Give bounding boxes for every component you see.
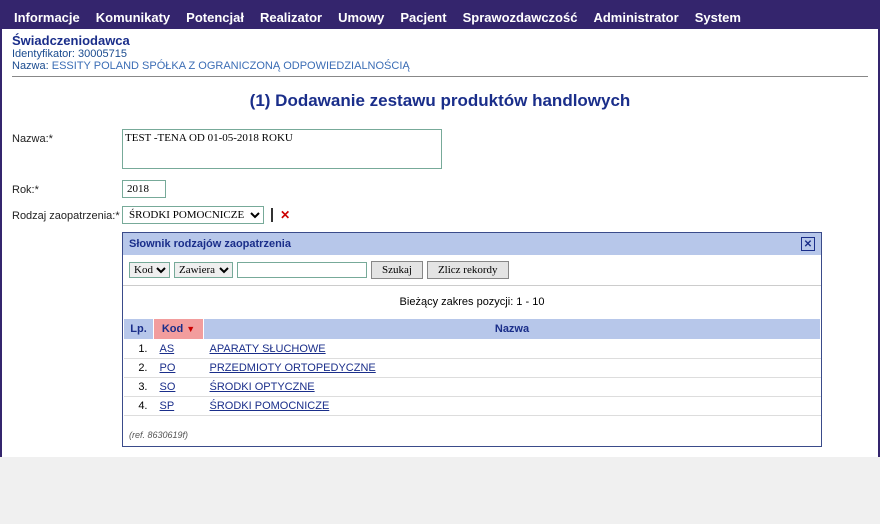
cell-lp: 3. bbox=[124, 378, 154, 397]
main-menu: Informacje Komunikaty Potencjał Realizat… bbox=[0, 6, 880, 29]
supply-select[interactable]: ŚRODKI POMOCNICZE bbox=[122, 206, 264, 224]
search-button[interactable]: Szukaj bbox=[371, 261, 423, 279]
supply-label: Rodzaj zaopatrzenia:* bbox=[12, 206, 122, 222]
provider-title: Świadczeniodawca bbox=[12, 33, 868, 48]
menu-realizator[interactable]: Realizator bbox=[254, 9, 328, 26]
provider-header: Świadczeniodawca Identyfikator: 30005715… bbox=[12, 33, 868, 77]
provider-id-value: 30005715 bbox=[78, 48, 127, 60]
cell-lp: 2. bbox=[124, 359, 154, 378]
menu-pacjent[interactable]: Pacjent bbox=[394, 9, 452, 26]
ref-note: (ref. 8630619f) bbox=[123, 416, 821, 446]
provider-id-line: Identyfikator: 30005715 bbox=[12, 48, 868, 60]
dictionary-open-icon[interactable] bbox=[271, 209, 273, 221]
provider-name-line: Nazwa: ESSITY POLAND SPÓŁKA Z OGRANICZON… bbox=[12, 60, 868, 72]
code-link[interactable]: SP bbox=[160, 400, 175, 412]
menu-potencjal[interactable]: Potencjał bbox=[180, 9, 250, 26]
code-link[interactable]: AS bbox=[160, 343, 175, 355]
name-link[interactable]: PRZEDMIOTY ORTOPEDYCZNE bbox=[210, 362, 376, 374]
table-row: 2. PO PRZEDMIOTY ORTOPEDYCZNE bbox=[124, 359, 821, 378]
code-link[interactable]: PO bbox=[160, 362, 176, 374]
col-kod[interactable]: Kod ▼ bbox=[154, 319, 204, 340]
col-lp[interactable]: Lp. bbox=[124, 319, 154, 340]
form-row-year: Rok:* bbox=[12, 180, 868, 198]
range-text: Bieżący zakres pozycji: 1 - 10 bbox=[123, 286, 821, 318]
menu-administrator[interactable]: Administrator bbox=[587, 9, 684, 26]
cell-lp: 1. bbox=[124, 340, 154, 359]
filter-op-select[interactable]: Zawiera bbox=[174, 262, 233, 278]
dictionary-panel: Słownik rodzajów zaopatrzenia ✕ Kod Zawi… bbox=[122, 232, 822, 447]
provider-name-link[interactable]: ESSITY POLAND SPÓŁKA Z OGRANICZONĄ ODPOW… bbox=[52, 60, 410, 72]
table-row: 1. AS APARATY SŁUCHOWE bbox=[124, 340, 821, 359]
year-input[interactable] bbox=[122, 180, 166, 198]
provider-name-label: Nazwa: bbox=[12, 60, 49, 72]
menu-informacje[interactable]: Informacje bbox=[8, 9, 86, 26]
provider-id-label: Identyfikator: bbox=[12, 48, 75, 60]
dictionary-header: Słownik rodzajów zaopatrzenia ✕ bbox=[123, 233, 821, 255]
year-label: Rok:* bbox=[12, 180, 122, 196]
table-row: 3. SO ŚRODKI OPTYCZNE bbox=[124, 378, 821, 397]
dictionary-search-bar: Kod Zawiera Szukaj Zlicz rekordy bbox=[123, 255, 821, 286]
filter-value-input[interactable] bbox=[237, 262, 367, 278]
menu-komunikaty[interactable]: Komunikaty bbox=[90, 9, 176, 26]
code-link[interactable]: SO bbox=[160, 381, 176, 393]
name-input[interactable]: TEST -TENA OD 01-05-2018 ROKU bbox=[122, 129, 442, 169]
name-link[interactable]: ŚRODKI POMOCNICZE bbox=[210, 400, 330, 412]
app-window: Informacje Komunikaty Potencjał Realizat… bbox=[0, 0, 880, 457]
dictionary-title: Słownik rodzajów zaopatrzenia bbox=[129, 238, 291, 250]
name-label: Nazwa:* bbox=[12, 129, 122, 145]
content-area: Świadczeniodawca Identyfikator: 30005715… bbox=[0, 29, 880, 457]
menu-umowy[interactable]: Umowy bbox=[332, 9, 390, 26]
page-title: (1) Dodawanie zestawu produktów handlowy… bbox=[12, 91, 868, 111]
filter-field-select[interactable]: Kod bbox=[129, 262, 170, 278]
form-row-name: Nazwa:* TEST -TENA OD 01-05-2018 ROKU bbox=[12, 129, 868, 172]
menu-sprawozdawczosc[interactable]: Sprawozdawczość bbox=[457, 9, 584, 26]
name-link[interactable]: ŚRODKI OPTYCZNE bbox=[210, 381, 315, 393]
form-row-supply: Rodzaj zaopatrzenia:* ŚRODKI POMOCNICZE … bbox=[12, 206, 868, 224]
table-header-row: Lp. Kod ▼ Nazwa bbox=[124, 319, 821, 340]
menu-system[interactable]: System bbox=[689, 9, 747, 26]
table-row: 4. SP ŚRODKI POMOCNICZE bbox=[124, 397, 821, 416]
dictionary-close-icon[interactable]: ✕ bbox=[801, 237, 815, 251]
dictionary-table: Lp. Kod ▼ Nazwa 1. AS APARATY SŁUCHOWE 2… bbox=[123, 318, 821, 416]
count-button[interactable]: Zlicz rekordy bbox=[427, 261, 509, 279]
name-link[interactable]: APARATY SŁUCHOWE bbox=[210, 343, 326, 355]
sort-desc-icon: ▼ bbox=[186, 324, 195, 334]
cell-lp: 4. bbox=[124, 397, 154, 416]
clear-icon[interactable]: ✕ bbox=[280, 208, 290, 222]
col-nazwa[interactable]: Nazwa bbox=[204, 319, 821, 340]
